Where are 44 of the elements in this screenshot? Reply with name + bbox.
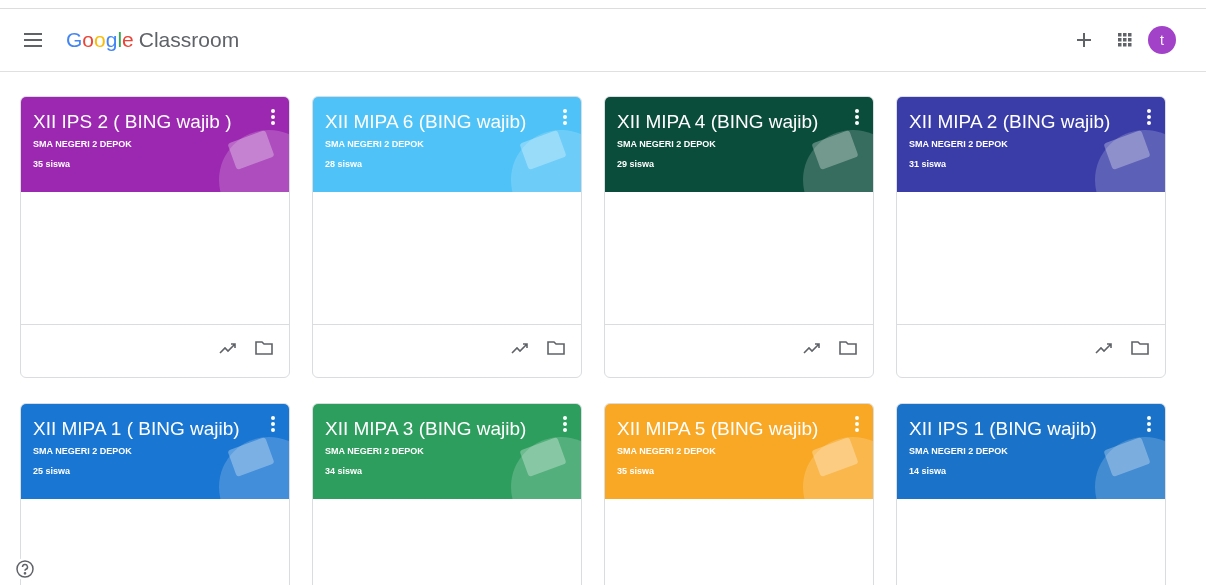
student-count: 14 siswa: [909, 466, 947, 476]
class-banner[interactable]: XII MIPA 4 (BING wajib) SMA NEGERI 2 DEPOK 29 siswa: [605, 97, 873, 192]
class-banner[interactable]: XII MIPA 3 (BING wajib) SMA NEGERI 2 DEPOK 34 siswa: [313, 404, 581, 499]
class-banner[interactable]: XII IPS 1 (BING wajib) SMA NEGERI 2 DEPOK 14 siswa: [897, 404, 1165, 499]
class-banner[interactable]: XII IPS 2 ( BING wajib ) SMA NEGERI 2 DEPOK 35 siswa: [21, 97, 289, 192]
illustration-drawing: [219, 130, 289, 192]
class-title[interactable]: XII IPS 1 (BING wajib): [909, 418, 1097, 440]
more-options-icon[interactable]: [855, 109, 859, 125]
class-title[interactable]: XII MIPA 1 ( BING wajib): [33, 418, 240, 440]
school-name: SMA NEGERI 2 DEPOK: [909, 446, 1008, 456]
logo-brand: Google: [66, 28, 134, 52]
student-count: 31 siswa: [909, 159, 947, 169]
account-avatar[interactable]: t: [1148, 26, 1176, 54]
illustration-drawing: [803, 130, 873, 192]
class-title[interactable]: XII MIPA 4 (BING wajib): [617, 111, 819, 133]
school-name: SMA NEGERI 2 DEPOK: [617, 139, 716, 149]
more-options-icon[interactable]: [1147, 416, 1151, 432]
more-options-icon[interactable]: [1147, 109, 1151, 125]
class-banner[interactable]: XII MIPA 2 (BING wajib) SMA NEGERI 2 DEPOK 31 siswa: [897, 97, 1165, 192]
student-count: 29 siswa: [617, 159, 655, 169]
illustration-drawing: [803, 437, 873, 499]
school-name: SMA NEGERI 2 DEPOK: [909, 139, 1008, 149]
illustration-drawing: [1095, 130, 1165, 192]
class-title[interactable]: XII MIPA 3 (BING wajib): [325, 418, 527, 440]
class-title[interactable]: XII MIPA 2 (BING wajib): [909, 111, 1111, 133]
more-options-icon[interactable]: [271, 109, 275, 125]
school-name: SMA NEGERI 2 DEPOK: [325, 446, 424, 456]
student-count: 34 siswa: [325, 466, 363, 476]
class-banner[interactable]: XII MIPA 1 ( BING wajib) SMA NEGERI 2 DEPOK 25 siswa: [21, 404, 289, 499]
school-name: SMA NEGERI 2 DEPOK: [617, 446, 716, 456]
student-count: 28 siswa: [325, 159, 363, 169]
school-name: SMA NEGERI 2 DEPOK: [33, 139, 132, 149]
illustration-drawing: [511, 130, 581, 192]
more-options-icon[interactable]: [271, 416, 275, 432]
app-title: Classroom: [138, 28, 240, 52]
school-name: SMA NEGERI 2 DEPOK: [325, 139, 424, 149]
illustration-drawing: [511, 437, 581, 499]
student-count: 25 siswa: [33, 466, 71, 476]
illustration-drawing: [1095, 437, 1165, 499]
student-count: 35 siswa: [617, 466, 655, 476]
class-title[interactable]: XII IPS 2 ( BING wajib ): [33, 111, 232, 133]
school-name: SMA NEGERI 2 DEPOK: [33, 446, 132, 456]
illustration-drawing: [219, 437, 289, 499]
student-count: 35 siswa: [33, 159, 71, 169]
